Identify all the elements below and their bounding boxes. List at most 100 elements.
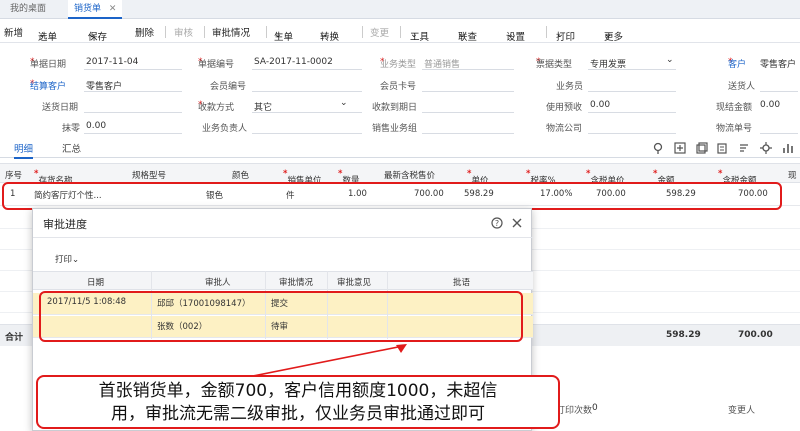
- callout-line: 用，审批流无需二级审批，仅业务员审批通过即可: [111, 404, 485, 424]
- detail-tabs: 明细 汇总: [0, 138, 800, 159]
- field-underline: [252, 69, 362, 70]
- total-label: 合计: [5, 333, 24, 343]
- tab-home[interactable]: 我的桌面: [10, 0, 46, 19]
- settings-icon[interactable]: [760, 142, 772, 154]
- cash-label: 现结金额: [716, 103, 753, 113]
- col-header: 最新含税售价: [384, 171, 436, 181]
- logistics-no-label: 物流单号: [716, 124, 753, 134]
- field-underline: [422, 91, 514, 92]
- new-button[interactable]: 新增: [4, 25, 23, 39]
- col-header: * 数量: [338, 169, 359, 186]
- field-underline: [84, 112, 182, 113]
- col-header: * 单价: [467, 169, 488, 186]
- col-header: * 金额: [653, 169, 674, 186]
- field-underline: [84, 91, 182, 92]
- delete-button[interactable]: 删除: [135, 25, 154, 39]
- field-underline: [422, 133, 514, 134]
- field-underline: [252, 91, 362, 92]
- total-amount: 598.29: [666, 330, 701, 340]
- col-header: 现: [788, 171, 797, 181]
- col-header: * 含税金额: [718, 169, 756, 186]
- total-tax-amount: 700.00: [738, 330, 773, 340]
- close-icon[interactable]: [511, 217, 523, 229]
- copy-row-icon[interactable]: [696, 142, 708, 154]
- tab-sales-order[interactable]: 销货单 ✕: [68, 0, 123, 19]
- toolbar-divider: [266, 26, 267, 38]
- chevron-down-icon[interactable]: ⌄: [666, 55, 674, 65]
- toolbar-divider: [165, 26, 166, 38]
- tab-bar: 我的桌面 销货单 ✕: [0, 0, 800, 19]
- chevron-down-icon: ⌄: [320, 29, 328, 40]
- change-button[interactable]: 变更: [370, 25, 389, 39]
- changer-label: 变更人: [728, 406, 756, 416]
- col-header: 颜色: [232, 171, 250, 181]
- callout-line: 首张销货单，金额700，客户信用额度1000，未超信: [98, 381, 498, 401]
- dialog-divider: [33, 237, 533, 238]
- col-header: 规格型号: [132, 171, 167, 181]
- toolbar-divider: [546, 26, 547, 38]
- svg-text:?: ?: [495, 219, 499, 228]
- print-button-label: 打印: [55, 255, 73, 265]
- highlight-box: [2, 182, 782, 210]
- paymode-label-text: 收款方式: [198, 103, 235, 113]
- chevron-down-icon: ⌄: [72, 255, 80, 265]
- chevron-down-icon: ⌄: [410, 29, 418, 40]
- tab-sales-order-label: 销货单: [74, 4, 102, 14]
- sales-group-label: 销售业务组: [372, 124, 418, 134]
- dialog-title: 审批进度: [43, 218, 87, 231]
- member-card-label: 会员卡号: [380, 82, 417, 92]
- field-underline: [422, 69, 514, 70]
- paste-icon[interactable]: [716, 142, 728, 154]
- field-underline: [252, 112, 362, 113]
- toolbar: 新增 选单 ⌄ 保存 ⌄ 删除 审核 审批情况 生单 ⌄ 转换 ⌄ 变更 工具 ⌄ 联查 ⌄…: [0, 21, 800, 43]
- annotation-callout: 首张销货单，金额700，客户信用额度1000，未超信 用，审批流无需二级审批，仅…: [36, 375, 560, 429]
- col-header: * 含税单价: [586, 169, 624, 186]
- chevron-down-icon[interactable]: ⌄: [340, 98, 348, 108]
- field-underline: [760, 133, 798, 134]
- sort-icon[interactable]: [738, 142, 750, 154]
- field-underline: [588, 133, 676, 134]
- help-icon[interactable]: ?: [491, 217, 503, 229]
- biz-type-label-text: 业务类型: [380, 60, 417, 70]
- chevron-down-icon: ⌄: [88, 29, 96, 40]
- col-header: 序号: [5, 171, 23, 181]
- field-underline: [422, 112, 514, 113]
- owner-label: 业务负责人: [202, 124, 248, 134]
- prepaid-value[interactable]: 0.00: [590, 100, 610, 110]
- print-count-value: 0: [592, 403, 598, 413]
- toolbar-divider: [400, 26, 401, 38]
- member-no-label: 会员编号: [210, 82, 247, 92]
- approval-status-button[interactable]: 审批情况: [212, 25, 250, 39]
- print-count-label: 打印次数: [556, 406, 593, 416]
- field-underline: [760, 91, 798, 92]
- highlight-box: [39, 291, 523, 342]
- field-underline: [252, 133, 362, 134]
- field-underline: [588, 112, 676, 113]
- close-icon[interactable]: ✕: [109, 4, 117, 14]
- customer-label-text: 客户: [728, 60, 747, 70]
- print-button[interactable]: 打印⌄: [55, 253, 79, 265]
- add-row-icon[interactable]: [674, 142, 686, 154]
- tab-detail[interactable]: 明细: [14, 141, 34, 159]
- bill-no-value[interactable]: SA-2017-11-0002: [254, 57, 333, 67]
- settle-customer-label-text: 结算客户: [30, 82, 67, 92]
- bill-no-label-text: 单据编号: [198, 60, 235, 70]
- customer-value[interactable]: 零售客户: [760, 57, 796, 70]
- date-label-text: 单据日期: [30, 60, 67, 70]
- date-value[interactable]: 2017-11-04: [86, 57, 138, 67]
- delivery-date-label: 送货日期: [42, 103, 79, 113]
- audit-button[interactable]: 审核: [174, 25, 193, 39]
- col-header: * 存货名称: [34, 169, 72, 186]
- location-icon[interactable]: [652, 142, 664, 154]
- salesman-label: 业务员: [556, 82, 584, 92]
- discount-value[interactable]: 0.00: [86, 121, 106, 131]
- col-header: * 税率%: [526, 169, 556, 186]
- due-date-label: 收款到期日: [372, 103, 418, 113]
- chart-icon[interactable]: [782, 142, 794, 154]
- field-underline: [84, 69, 182, 70]
- toolbar-divider: [204, 26, 205, 38]
- sales-order-window: 我的桌面 销货单 ✕ 新增 选单 ⌄ 保存 ⌄ 删除 审核 审批情况 生单 ⌄ 转换 ⌄…: [0, 0, 800, 431]
- tab-summary[interactable]: 汇总: [62, 141, 81, 155]
- cash-value[interactable]: 0.00: [760, 100, 780, 110]
- sender-label: 送货人: [728, 82, 756, 92]
